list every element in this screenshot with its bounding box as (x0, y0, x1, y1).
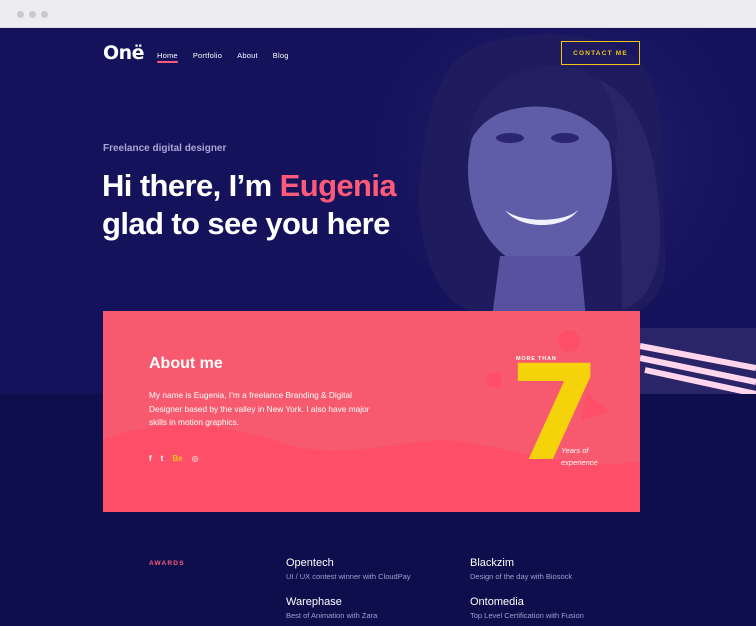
browser-chrome (0, 0, 756, 28)
behance-icon[interactable]: Be (172, 454, 182, 463)
social-links: f t Be ◎ (149, 454, 199, 463)
award-desc: Best of Animation with Zara (286, 611, 378, 620)
facebook-icon[interactable]: f (149, 454, 152, 463)
award-item: Blackzim Design of the day with Biosock (470, 557, 572, 581)
years-line1: Years of (561, 446, 589, 455)
award-desc: Top Level Certification with Fusion (470, 611, 584, 620)
twitter-icon[interactable]: t (161, 454, 164, 463)
contact-me-button[interactable]: CONTACT ME (561, 41, 640, 65)
page: Onë Home Portfolio About Blog CONTACT ME… (0, 28, 756, 626)
years-label: Years of experience (561, 445, 598, 469)
award-name: Ontomedia (470, 596, 524, 608)
award-desc: UI / UX contest winner with CloudPay (286, 572, 411, 581)
hero-headline: Hi there, I’m Eugenia glad to see you he… (102, 167, 397, 243)
about-card: About me My name is Eugenia, I’m a freel… (103, 311, 640, 512)
window-dot-icon (29, 11, 36, 18)
award-name: Opentech (286, 557, 334, 569)
hero-eyebrow: Freelance digital designer (103, 143, 227, 154)
logo[interactable]: Onë (103, 42, 145, 64)
years-line2: experience (561, 458, 598, 467)
nav-home[interactable]: Home (157, 51, 178, 63)
award-desc: Design of the day with Biosock (470, 572, 573, 581)
main-nav: Home Portfolio About Blog (157, 51, 289, 63)
headline-name: Eugenia (279, 168, 397, 203)
award-item: Warephase Best of Animation with Zara (286, 596, 377, 620)
window-dot-icon (41, 11, 48, 18)
award-item: Opentech UI / UX contest winner with Clo… (286, 557, 411, 581)
award-name: Warephase (286, 596, 342, 608)
award-name: Blackzim (470, 557, 515, 569)
award-item: Ontomedia Top Level Certification with F… (470, 596, 584, 620)
about-text: My name is Eugenia, I’m a freelance Bran… (149, 390, 370, 427)
nav-blog[interactable]: Blog (273, 51, 289, 60)
window-dot-icon (17, 11, 24, 18)
dribbble-icon[interactable]: ◎ (192, 454, 199, 463)
headline-prefix: Hi there, I’m (102, 168, 280, 203)
headline-line2: glad to see you here (102, 206, 390, 241)
awards-label: AWARDS (149, 560, 185, 567)
nav-about[interactable]: About (237, 51, 258, 60)
about-title: About me (149, 355, 223, 372)
nav-portfolio[interactable]: Portfolio (193, 51, 222, 60)
